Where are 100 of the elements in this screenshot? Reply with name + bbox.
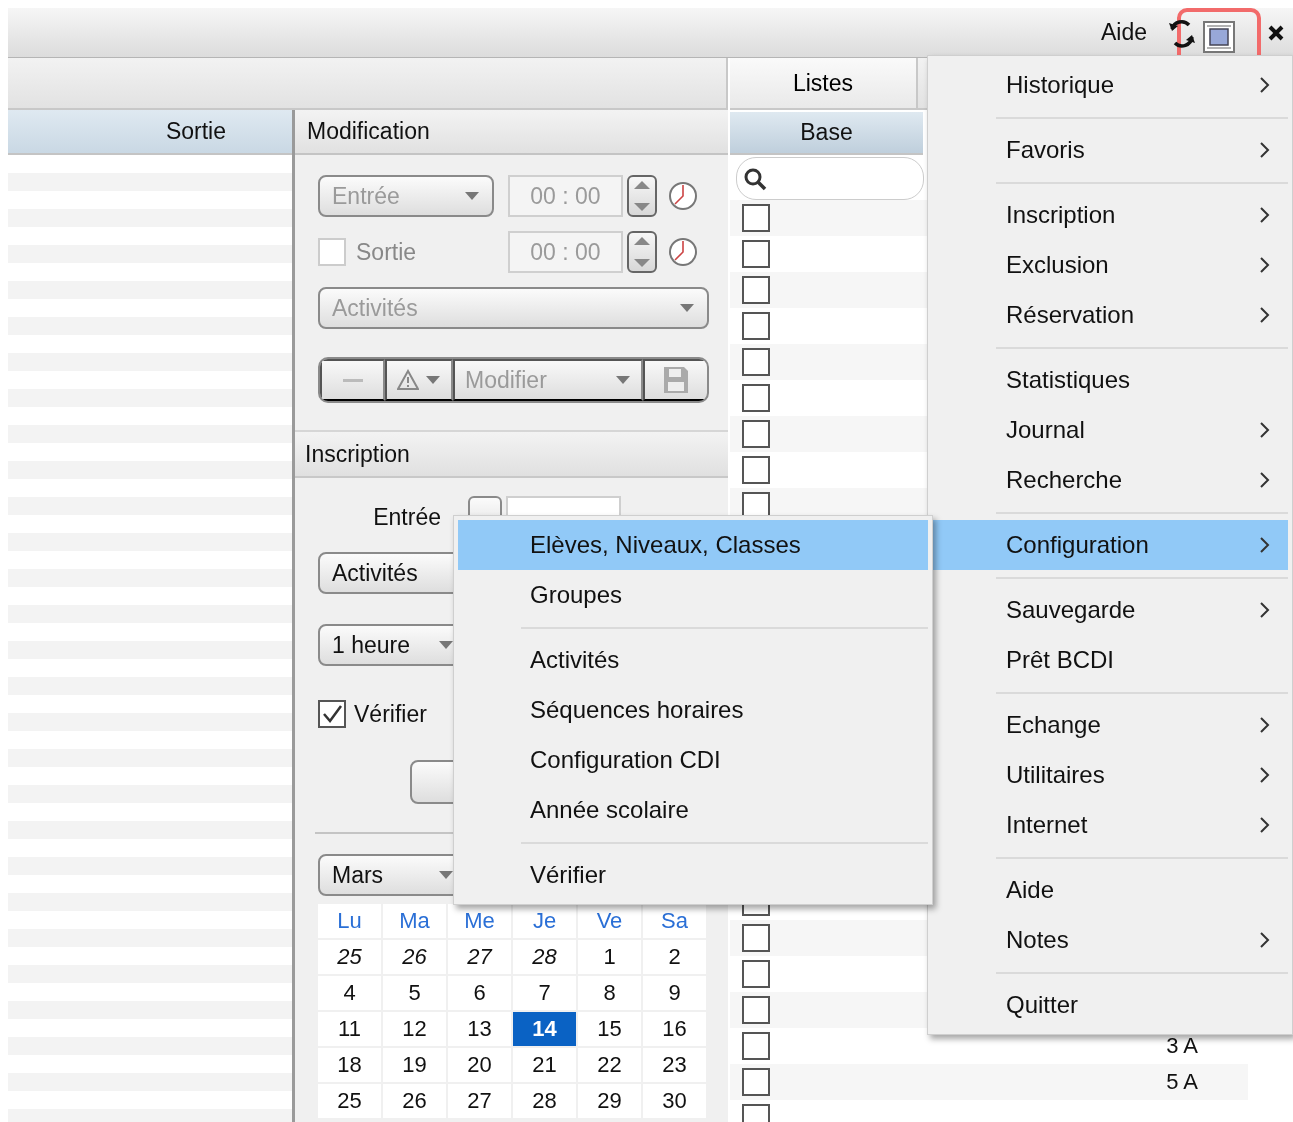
remove-button[interactable]	[320, 359, 385, 401]
menu-item[interactable]: Elèves, Niveaux, Classes	[458, 520, 928, 570]
column-header[interactable]: Base	[730, 112, 923, 155]
caret-icon	[679, 303, 695, 313]
checkbox[interactable]	[742, 456, 770, 484]
menu-item[interactable]: Groupes	[458, 570, 928, 620]
save-icon	[663, 366, 689, 394]
calendar-day[interactable]: 16	[643, 1012, 706, 1046]
calendar-day[interactable]: 22	[578, 1048, 641, 1082]
calendar-day[interactable]: 15	[578, 1012, 641, 1046]
weekday-label: Me	[448, 904, 511, 938]
calendar-day[interactable]: 28	[513, 940, 576, 974]
window-icon	[1202, 19, 1236, 54]
calendar-day[interactable]: 6	[448, 976, 511, 1010]
checkbox[interactable]	[742, 204, 770, 232]
menu-item[interactable]: Exclusion	[932, 240, 1288, 290]
menu-item[interactable]: Notes	[932, 915, 1288, 965]
search-icon	[743, 166, 767, 191]
menu-item[interactable]: Recherche	[932, 455, 1288, 505]
menu-item[interactable]: Statistiques	[932, 355, 1288, 405]
calendar-day[interactable]: 9	[643, 976, 706, 1010]
calendar-day[interactable]: 30	[643, 1084, 706, 1118]
alert-button[interactable]	[385, 359, 453, 401]
menu-item[interactable]: Historique	[932, 60, 1288, 110]
calendar-day[interactable]: 26	[383, 1084, 446, 1118]
menu-item[interactable]: Inscription	[932, 190, 1288, 240]
calendar-day[interactable]: 25	[318, 1084, 381, 1118]
class-label: 3 A	[1166, 1033, 1198, 1059]
time-spinner[interactable]	[627, 231, 657, 273]
menu-item[interactable]: Sauvegarde	[932, 585, 1288, 635]
close-icon[interactable]	[1267, 23, 1285, 42]
column-header[interactable]: Sortie	[8, 110, 292, 155]
checkbox-label: Vérifier	[354, 700, 427, 728]
menu-item[interactable]: Configuration CDI	[458, 735, 928, 785]
calendar-day[interactable]: 12	[383, 1012, 446, 1046]
calendar-day[interactable]: 14	[513, 1012, 576, 1046]
calendar-day[interactable]: 18	[318, 1048, 381, 1082]
calendar-day[interactable]: 20	[448, 1048, 511, 1082]
menu-item[interactable]: Année scolaire	[458, 785, 928, 835]
checkbox-label: Sortie	[356, 238, 417, 266]
calendar-day[interactable]: 5	[383, 976, 446, 1010]
menu-item[interactable]: Internet	[932, 800, 1288, 850]
tab[interactable]: Listes	[730, 58, 918, 108]
weekday-label: Sa	[643, 904, 706, 938]
help-menu[interactable]: Aide	[1100, 19, 1147, 46]
calendar-day[interactable]: 1	[578, 940, 641, 974]
calendar-day[interactable]: 13	[448, 1012, 511, 1046]
menu-item[interactable]: Prêt BCDI	[932, 635, 1288, 685]
menu-item[interactable]: Réservation	[932, 290, 1288, 340]
clock-icon[interactable]	[667, 236, 699, 268]
calendar-day[interactable]: 7	[513, 976, 576, 1010]
caret-icon	[438, 870, 454, 880]
calendar-day[interactable]: 28	[513, 1084, 576, 1118]
caret-icon	[464, 191, 480, 201]
calendar-day[interactable]: 11	[318, 1012, 381, 1046]
checkbox[interactable]	[742, 996, 770, 1024]
checkbox[interactable]	[318, 700, 346, 728]
menu-item[interactable]: Echange	[932, 700, 1288, 750]
warning-icon	[397, 369, 419, 391]
minus-icon	[342, 378, 363, 382]
search-field[interactable]	[736, 157, 924, 200]
calendar-day[interactable]: 21	[513, 1048, 576, 1082]
checkbox[interactable]	[742, 924, 770, 952]
caret-icon	[425, 375, 441, 385]
calendar-day[interactable]: 2	[643, 940, 706, 974]
menu-item[interactable]: Utilitaires	[932, 750, 1288, 800]
menu-item[interactable]: Configuration	[932, 520, 1288, 570]
checkbox[interactable]	[742, 276, 770, 304]
calendar-day[interactable]: 26	[383, 940, 446, 974]
checkbox[interactable]	[742, 312, 770, 340]
caret-icon	[438, 640, 454, 650]
weekday-label: Lu	[318, 904, 381, 938]
weekday-label: Je	[513, 904, 576, 938]
weekday-label: Ma	[383, 904, 446, 938]
time-spinner[interactable]	[627, 175, 657, 217]
menu-item[interactable]: Séquences horaires	[458, 685, 928, 735]
clock-icon[interactable]	[667, 180, 699, 212]
calendar-day[interactable]: 27	[448, 1084, 511, 1118]
calendar-day[interactable]: 29	[578, 1084, 641, 1118]
calendar-day[interactable]: 25	[318, 940, 381, 974]
calendar-day[interactable]: 27	[448, 940, 511, 974]
field-label: Entrée	[372, 503, 441, 531]
checkbox[interactable]	[742, 1032, 770, 1060]
calendar-day[interactable]: 4	[318, 976, 381, 1010]
checkbox[interactable]	[742, 1068, 770, 1096]
class-label: 5 A	[1166, 1069, 1198, 1095]
checkbox[interactable]	[742, 384, 770, 412]
calendar-day[interactable]: 8	[578, 976, 641, 1010]
menu-item[interactable]: Favoris	[932, 125, 1288, 175]
checkbox[interactable]	[742, 960, 770, 988]
checkbox[interactable]	[742, 348, 770, 376]
section-title: Inscription	[295, 430, 728, 478]
menu-item[interactable]: Journal	[932, 405, 1288, 455]
menu-item[interactable]: Quitter	[932, 980, 1288, 1030]
calendar-day[interactable]: 19	[383, 1048, 446, 1082]
menu-item[interactable]: Aide	[932, 865, 1288, 915]
calendar-day[interactable]: 23	[643, 1048, 706, 1082]
checkbox[interactable]	[742, 240, 770, 268]
checkbox[interactable]	[742, 420, 770, 448]
weekday-label: Ve	[578, 904, 641, 938]
